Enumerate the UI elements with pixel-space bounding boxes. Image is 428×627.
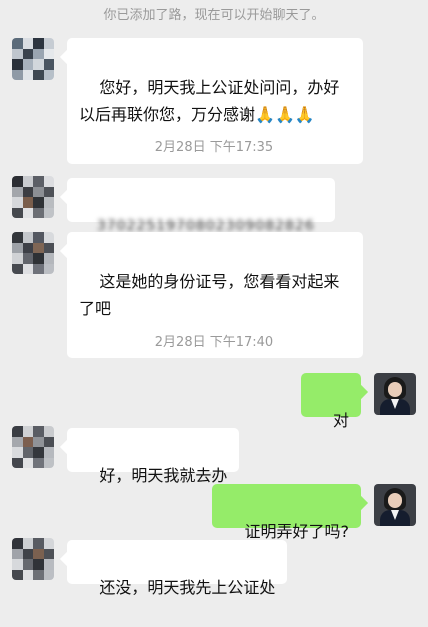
mosaic-avatar-icon: [12, 538, 54, 580]
message-bubble[interactable]: 3702251970802309082826: [67, 178, 335, 234]
contact-avatar[interactable]: [12, 38, 54, 80]
contact-avatar[interactable]: [12, 232, 54, 274]
self-avatar[interactable]: [374, 484, 416, 526]
message-bubble[interactable]: 好，明天我就去办: [67, 428, 240, 485]
mosaic-avatar-icon: [12, 426, 54, 468]
mosaic-avatar-icon: [12, 232, 54, 274]
message-bubble[interactable]: 对: [300, 373, 361, 430]
contact-avatar[interactable]: [12, 176, 54, 218]
message-text: 这是她的身份证号，您看看对起来了吧: [79, 272, 340, 318]
message-text: 证明弄好了吗?: [244, 522, 350, 541]
system-notice: 你已添加了路，现在可以开始聊天了。: [103, 8, 325, 23]
contact-avatar[interactable]: [12, 538, 54, 580]
timestamp: 2月28日 下午17:35: [154, 140, 274, 155]
person-avatar-icon: [374, 373, 416, 415]
message-text: 对: [332, 411, 349, 430]
contact-avatar[interactable]: [12, 426, 54, 468]
person-avatar-icon: [374, 484, 416, 526]
mosaic-avatar-icon: [12, 176, 54, 218]
mosaic-avatar-icon: [12, 38, 54, 80]
message-text: 还没，明天我先上公证处: [99, 578, 276, 597]
message-text: 好，明天我就去办: [99, 466, 228, 485]
timestamp: 2月28日 下午17:40: [154, 335, 274, 350]
message-bubble[interactable]: 还没，明天我先上公证处: [67, 540, 288, 597]
self-avatar[interactable]: [374, 373, 416, 415]
praying-hands-icon: 🙏🙏🙏: [255, 105, 315, 124]
message-bubble[interactable]: 证明弄好了吗?: [212, 484, 361, 541]
